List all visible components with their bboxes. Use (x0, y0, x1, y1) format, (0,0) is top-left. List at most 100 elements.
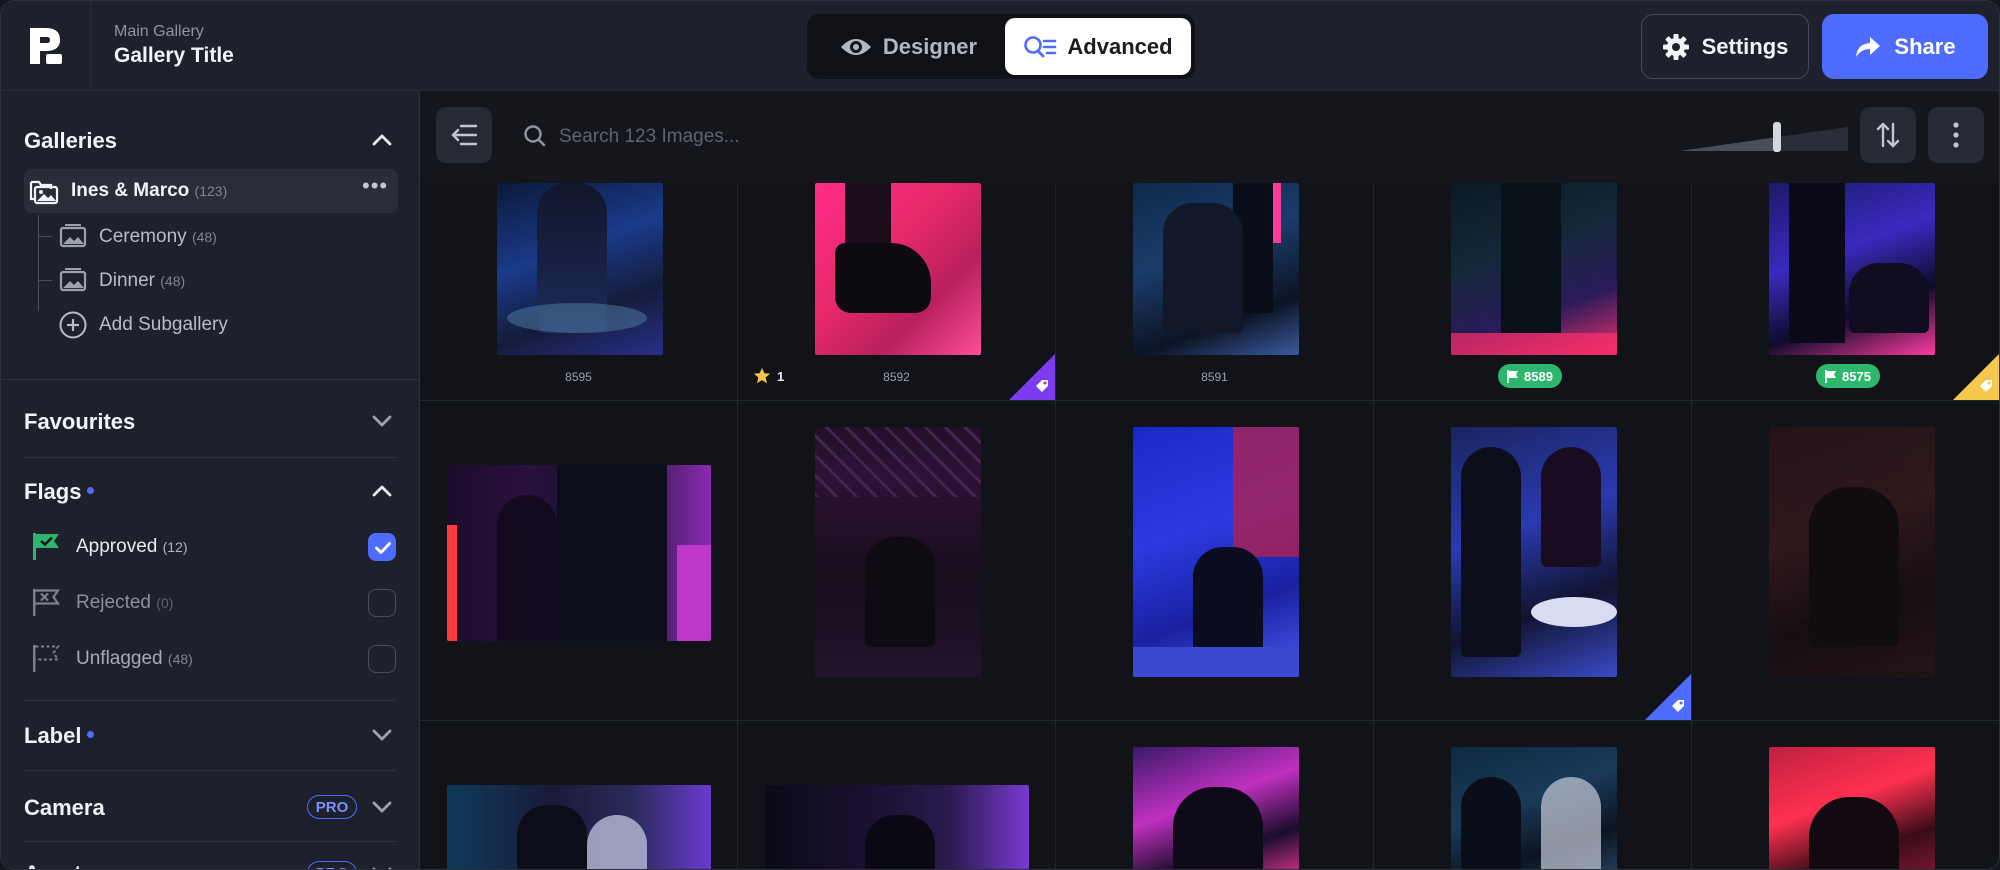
label-section-title[interactable]: Label (24, 723, 95, 749)
flag-icon (1507, 369, 1518, 383)
unflagged-count: (48) (167, 651, 193, 667)
app-logo[interactable] (1, 1, 91, 90)
photo-cell[interactable]: 8575 (1692, 183, 1999, 401)
photo-cell[interactable] (738, 721, 1056, 869)
approved-flag-badge: 8575 (1816, 364, 1880, 388)
photo-cell[interactable] (1374, 721, 1692, 869)
add-subgallery-button[interactable]: Add Subgallery (99, 314, 228, 336)
photo-cell[interactable]: 8591 (1056, 183, 1374, 401)
breadcrumb-parent[interactable]: Main Gallery (114, 23, 204, 41)
collapse-sidebar-button[interactable] (436, 107, 492, 163)
section-divider (24, 770, 396, 771)
mode-advanced-label: Advanced (1067, 33, 1173, 59)
active-filter-dot (87, 486, 95, 494)
share-arrow-icon (1856, 36, 1881, 57)
label-title-text: Label (24, 723, 82, 748)
photo-cell[interactable]: 1 8574 (420, 401, 738, 721)
photo-number: 8589 (1524, 368, 1553, 384)
ceremony-label: Ceremony (99, 226, 187, 247)
camera-title[interactable]: Camera (24, 795, 105, 821)
flag-approved-label[interactable]: Approved (12) (76, 536, 188, 558)
flag-rejected-label[interactable]: Rejected (0) (76, 592, 173, 614)
dinner-count: (48) (160, 273, 186, 289)
photo-thumbnail[interactable] (815, 427, 981, 677)
mode-advanced-button[interactable]: Advanced (1005, 18, 1191, 75)
chevron-down-icon[interactable] (369, 794, 395, 820)
flag-unflagged-icon (33, 645, 60, 672)
photo-cell[interactable] (1056, 721, 1374, 869)
add-circle-icon[interactable] (58, 310, 88, 340)
photo-grid: 8595 1 8592 8591 8589 8575 (420, 183, 1999, 869)
kebab-menu-icon (1953, 122, 1959, 148)
photo-number: 8575 (1842, 368, 1871, 384)
pro-badge: PRO (307, 861, 357, 869)
photo-cell[interactable]: 8530 (1692, 401, 1999, 721)
photo-thumbnail[interactable] (1451, 183, 1617, 355)
sidebar-item-ceremony[interactable]: Ceremony (48) (99, 226, 217, 248)
more-menu-button[interactable] (1928, 107, 1984, 163)
photo-thumbnail[interactable] (815, 183, 981, 355)
approved-flag-badge: 8589 (1498, 364, 1562, 388)
chevron-down-icon[interactable] (369, 722, 395, 748)
logo-icon (29, 27, 62, 64)
photo-cell[interactable]: 8589 (1374, 183, 1692, 401)
photo-thumbnail[interactable] (447, 465, 711, 641)
photo-thumbnail[interactable] (1451, 427, 1617, 677)
photo-cell[interactable]: 1 8554 (1374, 401, 1692, 721)
flag-rejected-icon (33, 589, 61, 616)
flag-unflagged-label[interactable]: Unflagged (48) (76, 648, 193, 670)
approved-text: Approved (76, 536, 158, 557)
approved-checkbox[interactable] (368, 533, 396, 561)
photo-number: 8591 (1201, 370, 1228, 384)
checkmark-icon (375, 542, 391, 554)
mode-designer-button[interactable]: Designer (811, 18, 1005, 75)
photo-number: 8595 (565, 370, 592, 384)
photo-thumbnail[interactable] (1133, 183, 1299, 355)
photo-thumbnail[interactable] (1769, 427, 1935, 677)
flag-icon (1825, 369, 1836, 383)
page-title: Gallery Title (114, 44, 234, 67)
photo-thumbnail[interactable] (1769, 183, 1935, 355)
photo-cell[interactable]: 8595 (420, 183, 738, 401)
rejected-checkbox[interactable] (368, 589, 396, 617)
unflagged-checkbox[interactable] (368, 645, 396, 673)
top-header: Main Gallery Gallery Title Designer Adva… (1, 1, 1999, 91)
search-input[interactable] (557, 120, 961, 154)
section-divider (24, 841, 396, 842)
flags-title[interactable]: Flags (24, 479, 95, 505)
gallery-item-root[interactable]: Ines & Marco (123) ••• (24, 169, 398, 213)
collapse-sidebar-icon (451, 124, 478, 146)
share-label: Share (1894, 33, 1956, 59)
photo-cell[interactable] (420, 721, 738, 869)
photo-cell[interactable]: 8573 (738, 401, 1056, 721)
settings-button[interactable]: Settings (1641, 14, 1809, 79)
rejected-text: Rejected (76, 592, 151, 613)
gallery-root-label: Ines & Marco (123) (71, 180, 227, 202)
chevron-up-icon[interactable] (369, 127, 395, 153)
photo-cell[interactable] (1692, 721, 1999, 869)
photo-thumbnail[interactable] (1133, 427, 1299, 677)
share-button[interactable]: Share (1822, 14, 1988, 79)
photo-thumbnail (447, 785, 711, 869)
photo-cell[interactable]: 1 8592 (738, 183, 1056, 401)
photo-thumbnail[interactable] (497, 183, 663, 355)
label-tag-icon (1645, 674, 1691, 720)
section-divider (24, 700, 396, 701)
chevron-down-icon[interactable] (369, 860, 395, 870)
aperture-title[interactable]: Aperture (24, 861, 116, 869)
more-options-icon[interactable]: ••• (362, 173, 388, 199)
sidebar-item-dinner[interactable]: Dinner (48) (99, 270, 185, 292)
thumbnail-size-slider[interactable] (1680, 122, 1848, 152)
dinner-label: Dinner (99, 270, 155, 291)
sort-button[interactable] (1860, 107, 1916, 163)
app-window: Main Gallery Gallery Title Designer Adva… (0, 0, 2000, 870)
chevron-down-icon[interactable] (369, 408, 395, 434)
settings-label: Settings (1701, 33, 1789, 59)
gallery-root-name: Ines & Marco (71, 180, 190, 201)
mode-switch: Designer Advanced (807, 14, 1195, 79)
chevron-up-icon[interactable] (369, 478, 395, 504)
favourites-title[interactable]: Favourites (24, 409, 135, 435)
photo-cell[interactable]: 8556 (1056, 401, 1374, 721)
galleries-title: Galleries (24, 128, 117, 153)
label-tag-icon (1953, 354, 1999, 400)
